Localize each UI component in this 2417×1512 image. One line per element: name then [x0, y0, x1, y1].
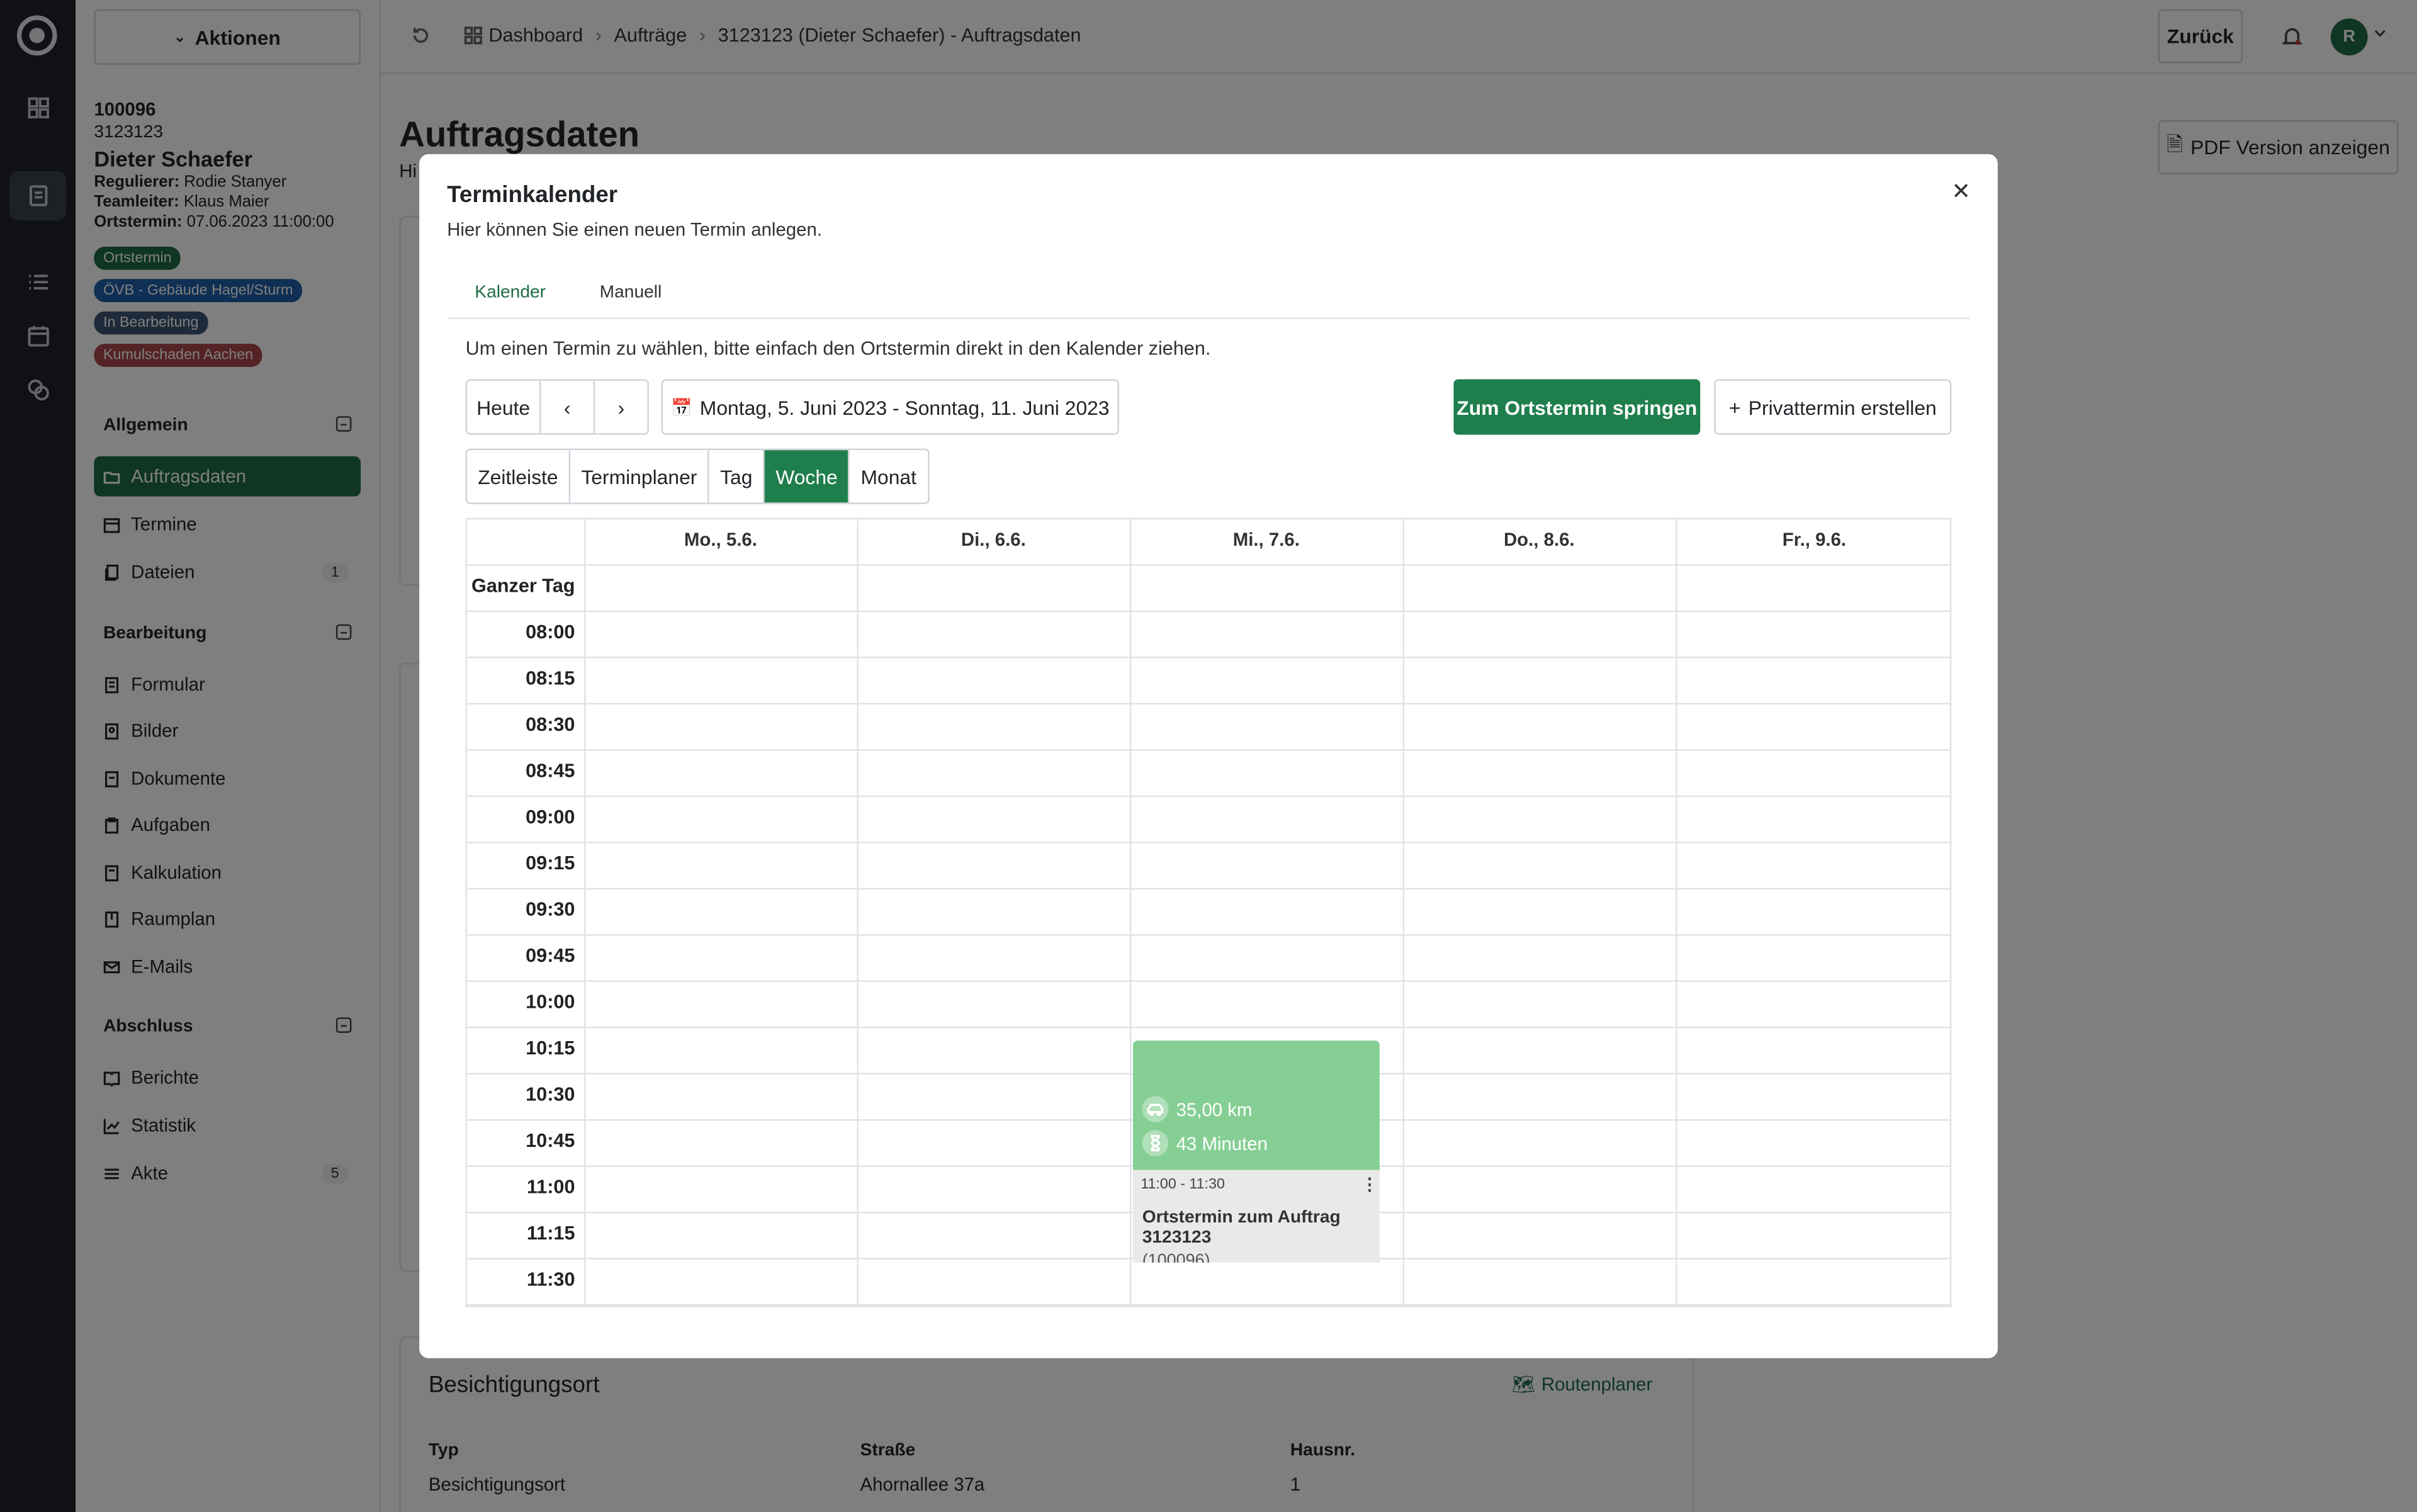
- time-label: 10:15: [526, 1037, 575, 1059]
- time-label: 09:45: [526, 945, 575, 967]
- time-row[interactable]: [467, 612, 1950, 658]
- time-label: 09:15: [526, 852, 575, 874]
- time-row[interactable]: [467, 1260, 1950, 1306]
- day-header: Mi., 7.6.: [1232, 529, 1300, 551]
- event-title: Ortstermin zum Auftrag 3123123: [1142, 1209, 1341, 1248]
- time-label: 10:00: [526, 991, 575, 1013]
- time-label: 08:00: [526, 621, 575, 643]
- view-woche[interactable]: Woche: [765, 450, 850, 503]
- time-label: 10:45: [526, 1130, 575, 1152]
- nav-group: Heute ‹ ›: [465, 379, 650, 435]
- car-icon: [1142, 1096, 1169, 1122]
- travel-time-block[interactable]: 35,00 km 43 Minuten: [1133, 1041, 1380, 1170]
- chevron-right-icon: ›: [617, 395, 625, 419]
- time-row[interactable]: [467, 843, 1950, 890]
- day-header: Fr., 9.6.: [1782, 529, 1847, 551]
- create-private-appointment-button[interactable]: + Privattermin erstellen: [1714, 379, 1952, 435]
- date-range-label: Montag, 5. Juni 2023 - Sonntag, 11. Juni…: [699, 395, 1110, 419]
- prev-button[interactable]: ‹: [541, 380, 595, 434]
- time-label: 08:30: [526, 713, 575, 736]
- time-label: 09:00: [526, 806, 575, 828]
- view-monat[interactable]: Monat: [850, 450, 927, 502]
- next-button[interactable]: ›: [595, 381, 647, 433]
- jump-to-appointment-button[interactable]: Zum Ortstermin springen: [1453, 379, 1701, 435]
- modal-tabs: Kalender Manuell: [447, 278, 1970, 319]
- view-switcher: Zeitleiste Terminplaner Tag Woche Monat: [465, 448, 929, 504]
- day-header: Di., 6.6.: [961, 529, 1026, 551]
- time-label: 11:15: [526, 1222, 575, 1244]
- close-icon[interactable]: ✕: [1951, 178, 1971, 205]
- modal-subtitle: Hier können Sie einen neuen Termin anleg…: [447, 218, 823, 241]
- view-zeitleiste[interactable]: Zeitleiste: [467, 450, 571, 503]
- calendar-icon: 📅: [671, 398, 692, 417]
- time-row[interactable]: [467, 797, 1950, 843]
- view-tag[interactable]: Tag: [709, 450, 765, 503]
- private-label: Privattermin erstellen: [1748, 395, 1937, 419]
- allday-label: Ganzer Tag: [471, 575, 575, 597]
- time-row[interactable]: [467, 751, 1950, 798]
- week-calendar[interactable]: Mo., 5.6. Di., 6.6. Mi., 7.6. Do., 8.6. …: [465, 517, 1952, 1307]
- time-row[interactable]: [467, 982, 1950, 1029]
- time-label: 08:45: [526, 760, 575, 782]
- allday-row[interactable]: [467, 566, 1950, 612]
- event-time: 11:00 - 11:30: [1141, 1176, 1225, 1193]
- tab-manuell[interactable]: Manuell: [600, 284, 662, 302]
- time-label: 11:00: [526, 1176, 575, 1198]
- instruction-text: Um einen Termin zu wählen, bitte einfach…: [465, 337, 1211, 359]
- time-label: 11:30: [526, 1268, 575, 1290]
- appointment-event[interactable]: 11:00 - 11:30 ⋮ Ortstermin zum Auftrag 3…: [1133, 1170, 1380, 1263]
- time-row[interactable]: [467, 658, 1950, 705]
- time-label: 08:15: [526, 667, 575, 689]
- chevron-left-icon: ‹: [563, 395, 571, 419]
- time-row[interactable]: [467, 889, 1950, 936]
- event-extra: (100096): [1142, 1251, 1210, 1263]
- time-row[interactable]: [467, 704, 1950, 751]
- travel-distance: 35,00 km: [1176, 1098, 1253, 1120]
- time-label: 10:30: [526, 1083, 575, 1105]
- view-terminplaner[interactable]: Terminplaner: [570, 450, 709, 503]
- day-header: Mo., 5.6.: [684, 529, 757, 551]
- today-button[interactable]: Heute: [467, 380, 541, 434]
- more-options-icon[interactable]: ⋮: [1361, 1175, 1378, 1195]
- day-header: Do., 8.6.: [1503, 529, 1575, 551]
- time-row[interactable]: [467, 936, 1950, 983]
- travel-duration: 43 Minuten: [1176, 1132, 1268, 1154]
- modal-title: Terminkalender: [447, 181, 618, 208]
- calendar-modal: Terminkalender Hier können Sie einen neu…: [419, 154, 1998, 1358]
- tab-kalender[interactable]: Kalender: [475, 284, 546, 302]
- time-label: 09:30: [526, 898, 575, 921]
- plus-icon: +: [1728, 395, 1741, 419]
- hourglass-icon: [1142, 1130, 1169, 1156]
- date-range-picker[interactable]: 📅 Montag, 5. Juni 2023 - Sonntag, 11. Jun…: [661, 379, 1119, 435]
